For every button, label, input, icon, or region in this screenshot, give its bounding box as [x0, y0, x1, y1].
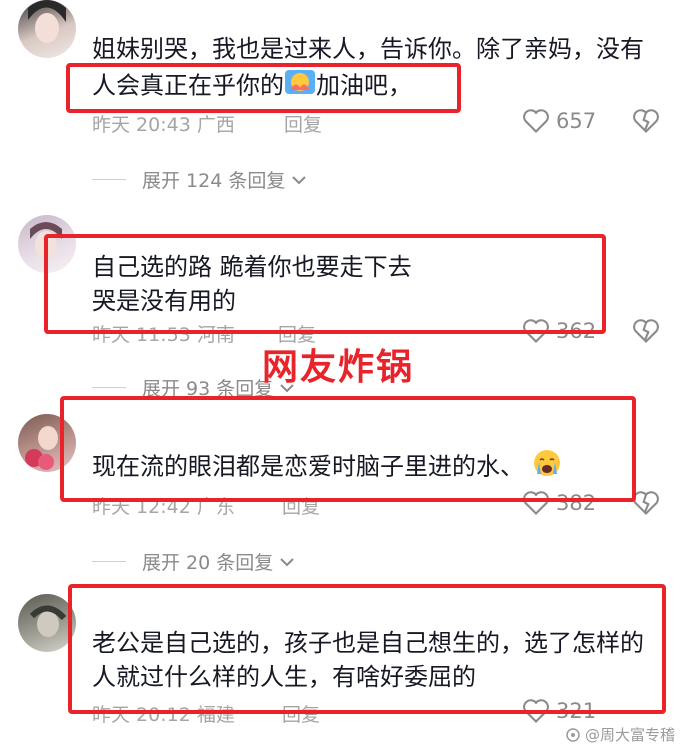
heart-icon — [523, 109, 549, 133]
watermark-logo-icon — [566, 727, 580, 742]
avatar-image — [28, 0, 66, 43]
like-button[interactable]: 657 — [522, 108, 596, 134]
divider-line — [92, 179, 126, 180]
expand-replies-label: 展开 20 条回复 — [142, 552, 274, 574]
expand-replies-button[interactable]: 展开 124 条回复 — [92, 166, 307, 193]
like-count: 657 — [556, 109, 597, 133]
avatar[interactable] — [18, 0, 76, 58]
highlight-box — [66, 63, 461, 113]
overlay-title: 网友炸锅 — [262, 347, 415, 388]
expand-replies-label: 展开 124 条回复 — [142, 170, 286, 192]
broken-heart-icon — [633, 319, 659, 343]
watermark: @周大富专稽 — [565, 724, 675, 745]
comment-meta: 昨天 20:43 广西 — [92, 110, 235, 137]
expand-replies-button[interactable]: 展开 20 条回复 — [92, 548, 295, 575]
highlight-box — [44, 234, 606, 334]
chevron-down-icon — [292, 175, 307, 184]
broken-heart-icon — [633, 491, 659, 515]
dislike-button[interactable] — [632, 318, 660, 348]
highlight-box — [68, 584, 666, 714]
chevron-down-icon — [280, 557, 294, 566]
divider-line — [92, 561, 126, 562]
highlight-box — [60, 396, 636, 502]
dislike-button[interactable] — [632, 108, 660, 138]
comment-text-line: 姐妹别哭，我也是过来人，告诉你。除了亲妈，没有 — [92, 35, 644, 63]
dislike-button[interactable] — [632, 490, 660, 520]
divider-line — [92, 387, 126, 388]
comment-location: 广西 — [196, 114, 235, 136]
reply-button[interactable]: 回复 — [284, 110, 322, 137]
watermark-text: @周大富专稽 — [584, 726, 675, 744]
broken-heart-icon — [633, 109, 659, 133]
comment-time: 昨天 20:43 — [92, 114, 191, 136]
